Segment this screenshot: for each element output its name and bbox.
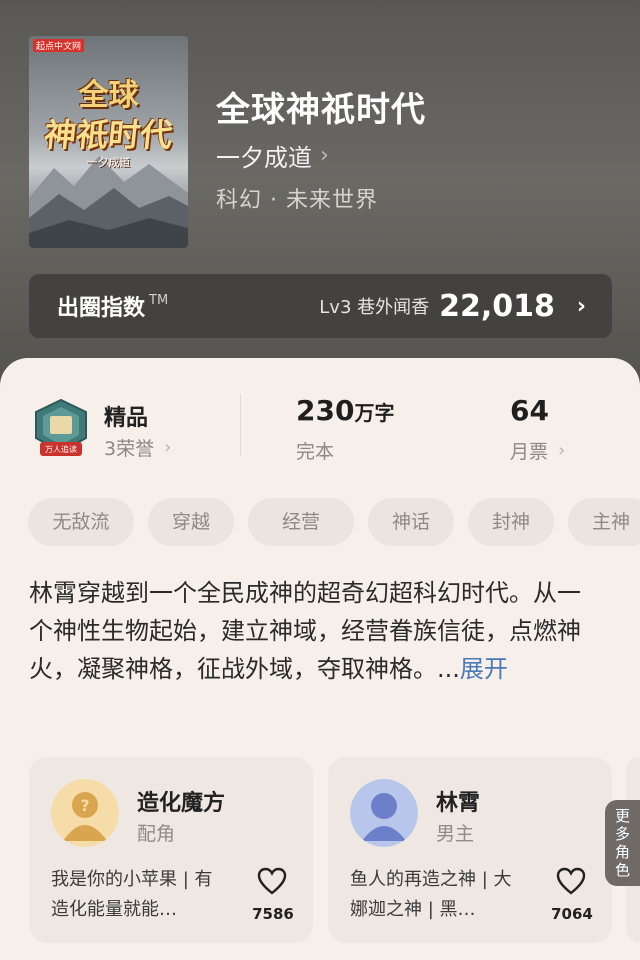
- cover-title-line1: 全球: [78, 78, 139, 113]
- index-value: 22,018: [439, 288, 555, 324]
- word-count-value: 230: [296, 394, 355, 427]
- book-title: 全球神祇时代: [216, 90, 426, 130]
- divider: [240, 394, 241, 456]
- publisher-logo: 起点中文网: [33, 39, 85, 52]
- author-link[interactable]: 一夕成道 ›: [216, 138, 329, 173]
- role-type: 男主: [436, 823, 475, 845]
- quality-title: 精品: [104, 406, 149, 431]
- chevron-right-icon: ›: [320, 143, 329, 168]
- word-count: 230万字: [296, 394, 394, 427]
- role-card[interactable]: ? 造化魔方 配角 我是你的小苹果 | 有造化能量就能… 7586: [29, 757, 313, 943]
- honors-link[interactable]: 3荣誉 ›: [104, 434, 171, 461]
- completion-status: 完本: [296, 441, 335, 463]
- cover-title-line2: 神祇时代: [42, 116, 175, 154]
- honor-badge-icon[interactable]: 万人追读: [32, 398, 90, 460]
- svg-text:?: ?: [80, 796, 89, 815]
- more-roles-char: 角: [614, 843, 630, 861]
- tag-chip[interactable]: 神话: [368, 498, 454, 546]
- heart-icon[interactable]: [556, 867, 586, 895]
- monthly-ticket-count: 64: [510, 394, 549, 427]
- tag-chip[interactable]: 经营: [248, 498, 354, 546]
- role-type: 配角: [137, 823, 176, 845]
- male-avatar-icon: [350, 779, 418, 847]
- index-level: Lv3 巷外闻香: [319, 297, 430, 318]
- more-roles-char: 色: [614, 861, 630, 879]
- tag-chip[interactable]: 穿越: [148, 498, 234, 546]
- role-name: 造化魔方: [137, 791, 226, 816]
- book-cover[interactable]: 起点中文网 全球 神祇时代 一夕成道: [29, 36, 188, 248]
- author-name: 一夕成道: [216, 144, 312, 172]
- book-description: 林霄穿越到一个全民成神的超奇幻超科幻时代。从一个神性生物起始，建立神域，经营眷族…: [29, 574, 599, 688]
- role-name: 林霄: [436, 791, 481, 816]
- word-count-unit: 万字: [354, 401, 395, 425]
- chevron-right-icon: ›: [576, 293, 586, 319]
- badge-text: 万人追读: [45, 444, 77, 454]
- chevron-right-icon: ›: [164, 437, 172, 458]
- chevron-right-icon: ›: [558, 440, 566, 461]
- book-genre: 科幻 · 未来世界: [216, 188, 378, 213]
- monthly-ticket-link[interactable]: 月票 ›: [510, 437, 565, 464]
- index-label: 出圈指数: [57, 296, 146, 321]
- heart-icon[interactable]: [257, 867, 287, 895]
- role-description: 我是你的小苹果 | 有造化能量就能…: [51, 869, 213, 920]
- question-avatar-icon: ?: [51, 779, 119, 847]
- role-description: 鱼人的再造之神 | 大娜迦之神 | 黑…: [350, 869, 512, 920]
- monthly-ticket-label: 月票: [510, 441, 549, 463]
- popularity-index-bar[interactable]: 出圈指数 TM Lv3 巷外闻香 22,018 ›: [29, 274, 612, 338]
- tag-chip[interactable]: 主神: [568, 498, 640, 546]
- like-count: 7064: [551, 905, 593, 923]
- tag-chip[interactable]: 封神: [468, 498, 554, 546]
- honors-count: 3荣誉: [104, 438, 155, 460]
- role-card[interactable]: 林霄 男主 鱼人的再造之神 | 大娜迦之神 | 黑… 7064: [328, 757, 612, 943]
- more-roles-button[interactable]: 更多角色: [605, 800, 640, 886]
- trademark-mark: TM: [149, 292, 169, 308]
- tag-chip[interactable]: 无敌流: [28, 498, 134, 546]
- tag-list: 无敌流 穿越 经营 神话 封神 主神: [28, 498, 640, 548]
- more-roles-char: 更: [614, 807, 630, 825]
- more-roles-char: 多: [614, 825, 630, 843]
- like-count: 7586: [252, 905, 294, 923]
- cover-author: 一夕成道: [86, 156, 131, 169]
- expand-link[interactable]: 展开: [460, 655, 508, 683]
